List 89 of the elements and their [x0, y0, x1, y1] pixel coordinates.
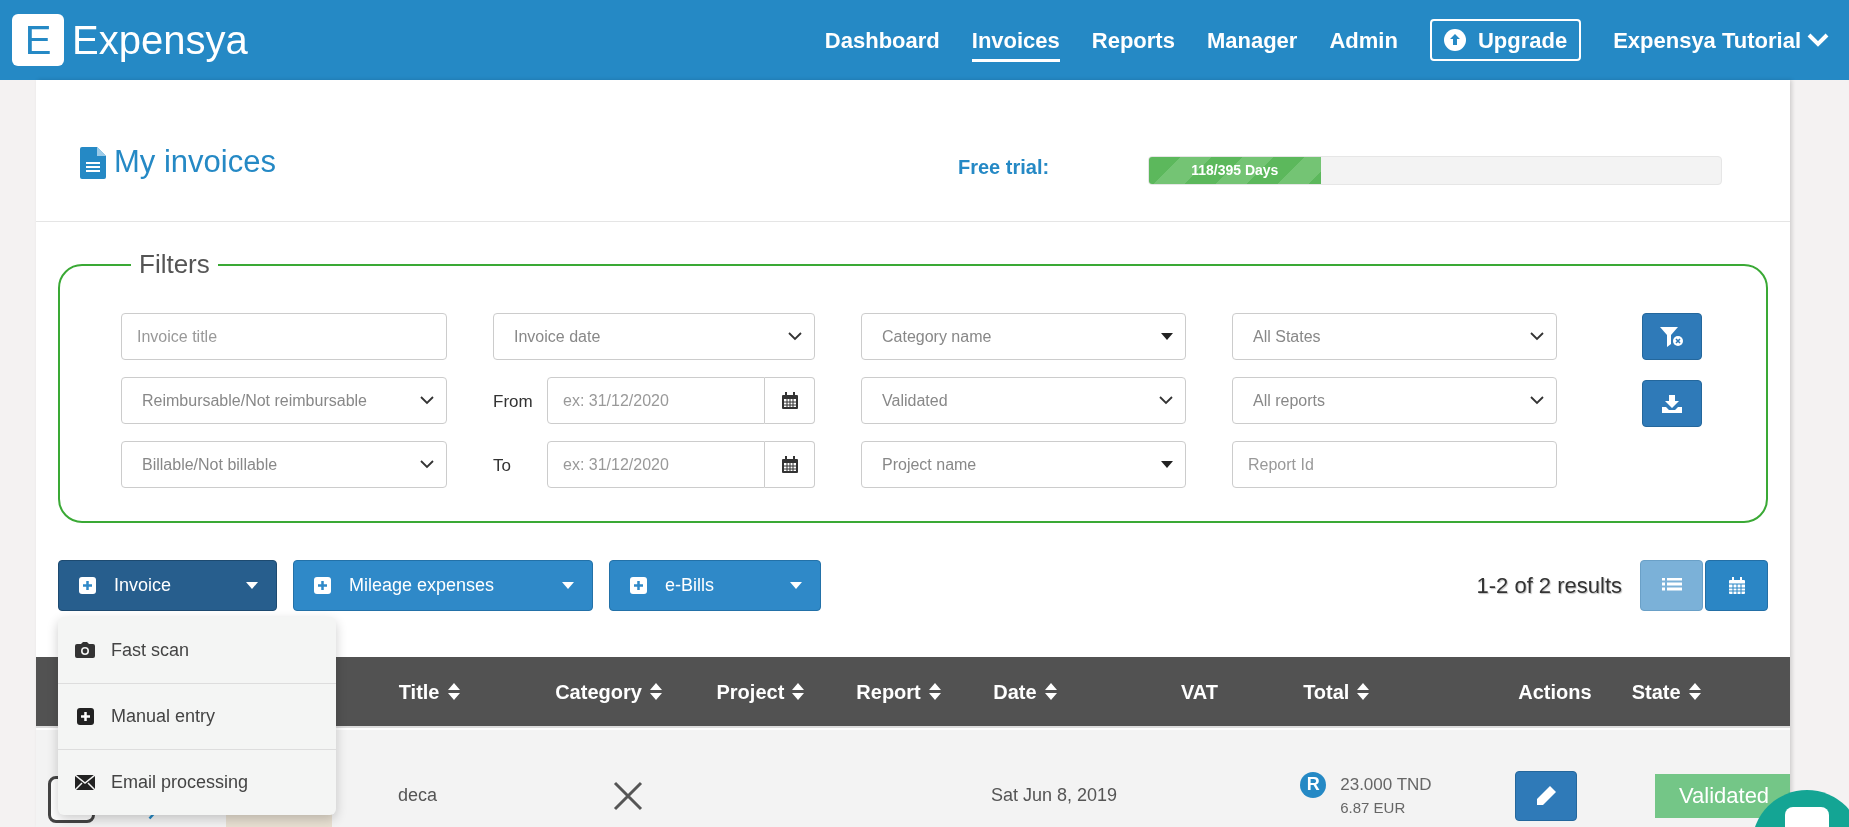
download-icon: [1662, 394, 1682, 413]
plus-square-icon: [79, 577, 96, 594]
nav-link[interactable]: Invoices: [971, 18, 1060, 62]
logo-icon: E: [12, 14, 64, 66]
document-icon: [80, 146, 106, 179]
page-title: My invoices: [114, 143, 276, 182]
filter-clear-icon: [1660, 326, 1684, 347]
select-field[interactable]: Billable/Not billable: [121, 441, 447, 488]
chevron-down-icon: [1530, 396, 1544, 405]
chevron-down-icon: [788, 332, 802, 341]
sort-icon: [447, 683, 460, 700]
sort-icon: [649, 683, 662, 700]
user-menu[interactable]: Expensya Tutorial: [1613, 23, 1829, 57]
select-field[interactable]: Invoice date: [493, 313, 815, 360]
plus-square-icon: [314, 577, 331, 594]
column-header[interactable]: Title: [398, 676, 460, 707]
combo-field[interactable]: Category name: [861, 313, 1186, 360]
menu-item[interactable]: Manual entry: [58, 683, 336, 749]
text-field[interactable]: Invoice title: [121, 313, 447, 360]
column-header[interactable]: Actions: [1518, 676, 1592, 707]
select-field[interactable]: Validated: [861, 377, 1186, 424]
column-header[interactable]: Date: [993, 676, 1057, 707]
caret-down-icon: [790, 582, 802, 589]
export-button[interactable]: [1642, 380, 1702, 427]
calendar-button[interactable]: [765, 441, 815, 488]
envelope-icon: [75, 775, 95, 790]
date-field[interactable]: ex: 31/12/2020: [547, 377, 765, 424]
sort-icon: [1044, 683, 1057, 700]
column-header[interactable]: VAT: [1180, 676, 1218, 707]
trial-days-text: 118/395 Days: [1191, 161, 1279, 180]
nav-link[interactable]: Admin: [1329, 18, 1398, 62]
text-field[interactable]: Report Id: [1232, 441, 1557, 488]
logo-text: Expensya: [72, 17, 248, 64]
caret-down-icon: [562, 582, 574, 589]
upgrade-button[interactable]: Upgrade: [1429, 19, 1582, 61]
date-label: To: [493, 454, 512, 477]
pencil-icon: [1534, 784, 1557, 807]
chevron-down-icon: [420, 460, 434, 469]
column-header[interactable]: State: [1631, 676, 1701, 707]
filters-legend: Filters: [131, 245, 218, 284]
calendar-button[interactable]: [765, 377, 815, 424]
title-text: deca: [397, 784, 437, 807]
column-header[interactable]: Project: [716, 676, 805, 707]
list-view-button[interactable]: [1640, 560, 1703, 611]
nav-link[interactable]: Manager: [1206, 18, 1298, 62]
chevron-down-icon: [1807, 33, 1829, 47]
results-count: 1-2 of 2 results: [1476, 572, 1622, 600]
converted-amount: 6.87 EUR: [1340, 798, 1407, 818]
column-header[interactable]: Category: [555, 676, 662, 707]
add-button[interactable]: Mileage expenses: [293, 560, 593, 611]
clear-filters-button[interactable]: [1642, 313, 1702, 360]
trial-label: Free trial:: [958, 155, 1050, 180]
column-header[interactable]: Total: [1303, 676, 1370, 707]
select-field[interactable]: Reimbursable/Not reimbursable: [121, 377, 447, 424]
calendar-icon: [1727, 576, 1746, 595]
plus-square-icon: [630, 577, 647, 594]
sort-icon: [792, 683, 805, 700]
sort-icon: [1357, 683, 1370, 700]
nav-link[interactable]: Reports: [1091, 18, 1175, 62]
add-button[interactable]: e-Bills: [609, 560, 821, 611]
camera-icon: [75, 642, 95, 658]
select-field[interactable]: All reports: [1232, 377, 1557, 424]
caret-down-icon: [1161, 461, 1173, 468]
sort-icon: [928, 683, 941, 700]
plus-square-icon: [76, 708, 94, 725]
nav-link[interactable]: Dashboard: [824, 18, 940, 62]
date-text: Sat Jun 8, 2019: [991, 784, 1118, 807]
list-icon: [1661, 577, 1682, 594]
menu-item[interactable]: Fast scan: [58, 617, 336, 683]
receipt-badge: R: [1300, 771, 1327, 798]
caret-down-icon: [1161, 333, 1173, 340]
select-field[interactable]: All States: [1232, 313, 1557, 360]
chevron-down-icon: [1159, 396, 1173, 405]
calendar-view-button[interactable]: [1705, 560, 1768, 611]
sort-icon: [1688, 683, 1701, 700]
column-header[interactable]: Report: [856, 676, 941, 707]
chevron-down-icon: [420, 396, 434, 405]
caret-down-icon: [246, 582, 258, 589]
total-amount: 23.000 TND: [1340, 773, 1432, 796]
state-badge: Validated: [1655, 773, 1790, 818]
add-button[interactable]: Invoice: [58, 560, 277, 611]
calendar-icon: [780, 455, 799, 474]
calendar-icon: [780, 391, 799, 410]
edit-button[interactable]: [1514, 770, 1577, 821]
date-label: From: [493, 390, 534, 413]
chevron-down-icon: [1530, 332, 1544, 341]
date-field[interactable]: ex: 31/12/2020: [547, 441, 765, 488]
combo-field[interactable]: Project name: [861, 441, 1186, 488]
menu-item[interactable]: Email processing: [58, 749, 336, 815]
